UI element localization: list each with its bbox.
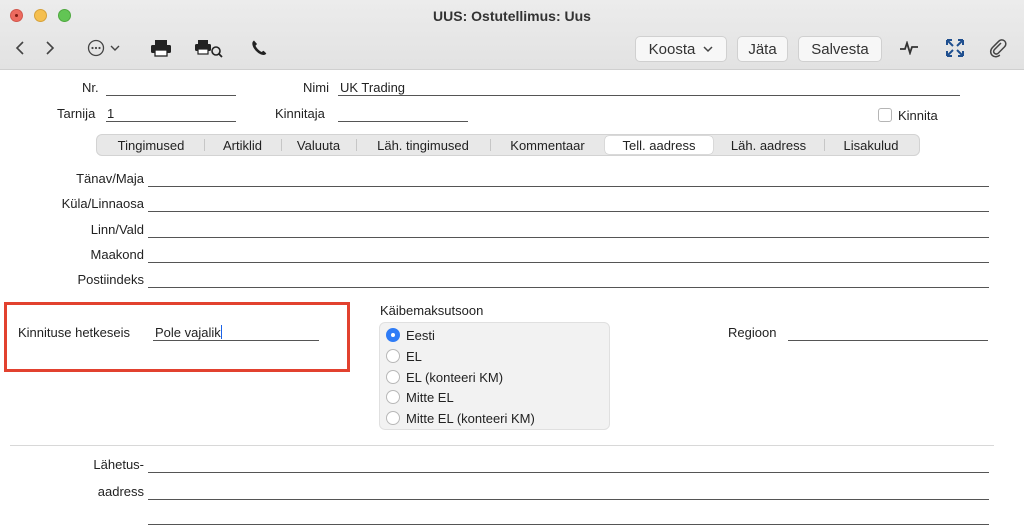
confirmation-field[interactable]: Pole vajalik bbox=[153, 325, 319, 341]
chevron-right-icon[interactable] bbox=[40, 36, 60, 60]
vat-option-label: Mitte EL bbox=[406, 389, 454, 405]
street-field[interactable] bbox=[148, 171, 989, 187]
tab-tingimused[interactable]: Tingimused bbox=[98, 136, 204, 154]
shipping-label-line1: Lähetus- bbox=[93, 457, 144, 472]
postal-label: Postiindeks bbox=[77, 272, 144, 287]
tab-kommentaar[interactable]: Kommentaar bbox=[490, 136, 605, 154]
activity-icon[interactable] bbox=[898, 36, 920, 60]
tab-tell-aadress[interactable]: Tell. aadress bbox=[605, 136, 713, 154]
county-label: Maakond bbox=[90, 247, 144, 262]
vat-option-label: Eesti bbox=[406, 327, 435, 343]
vat-option-label: Mitte EL (konteeri KM) bbox=[406, 410, 535, 426]
radio-icon bbox=[386, 370, 400, 384]
salvesta-button[interactable]: Salvesta bbox=[798, 36, 882, 62]
tab-lah-aadress[interactable]: Läh. aadress bbox=[713, 136, 824, 154]
printer-icon[interactable] bbox=[149, 36, 173, 60]
radio-selected-icon bbox=[386, 328, 400, 342]
street-label: Tänav/Maja bbox=[76, 171, 144, 186]
tab-artiklid[interactable]: Artiklid bbox=[204, 136, 281, 154]
print-preview-icon[interactable] bbox=[194, 36, 224, 60]
shipping-address-line2[interactable] bbox=[148, 484, 989, 500]
tarnija-field[interactable]: 1 bbox=[106, 106, 236, 122]
kinnita-label: Kinnita bbox=[898, 108, 938, 123]
tarnija-label: Tarnija bbox=[57, 106, 96, 121]
radio-icon bbox=[386, 349, 400, 363]
city-label: Linn/Vald bbox=[90, 222, 144, 237]
vat-zone-title: Käibemaksutsoon bbox=[380, 303, 484, 318]
kinnitaja-label: Kinnitaja bbox=[275, 106, 325, 121]
nimi-label: Nimi bbox=[303, 80, 329, 95]
tab-bar: Tingimused Artiklid Valuuta Läh. tingimu… bbox=[96, 134, 920, 156]
vat-option-mitte-el[interactable]: Mitte EL bbox=[386, 388, 454, 406]
village-label: Küla/Linnaosa bbox=[61, 196, 144, 211]
nr-field[interactable] bbox=[106, 80, 236, 96]
koosta-label: Koosta bbox=[648, 40, 696, 58]
paperclip-icon[interactable] bbox=[987, 36, 1009, 60]
shipping-label-line2: aadress bbox=[97, 484, 144, 499]
koosta-button[interactable]: Koosta bbox=[635, 36, 727, 62]
village-field[interactable] bbox=[148, 196, 989, 212]
postal-field[interactable] bbox=[148, 272, 989, 288]
chevron-left-icon[interactable] bbox=[10, 36, 30, 60]
city-field[interactable] bbox=[148, 222, 989, 238]
region-label: Regioon bbox=[728, 325, 777, 340]
nr-label: Nr. bbox=[82, 80, 99, 95]
window-title: UUS: Ostutellimus: Uus bbox=[433, 8, 591, 24]
phone-icon[interactable] bbox=[249, 36, 269, 60]
jata-button[interactable]: Jäta bbox=[737, 36, 788, 62]
text-caret bbox=[220, 325, 222, 339]
shipping-address-line1[interactable] bbox=[148, 457, 989, 473]
county-field[interactable] bbox=[148, 247, 989, 263]
tab-lah-tingimused[interactable]: Läh. tingimused bbox=[356, 136, 490, 154]
radio-icon bbox=[386, 411, 400, 425]
vat-option-el-konteeri[interactable]: EL (konteeri KM) bbox=[386, 368, 503, 386]
vat-option-label: EL (konteeri KM) bbox=[406, 369, 504, 385]
section-divider bbox=[10, 445, 994, 446]
expand-icon[interactable] bbox=[944, 36, 966, 60]
confirmation-value: Pole vajalik bbox=[155, 325, 221, 340]
window-titlebar: UUS: Ostutellimus: Uus Koosta Jäta Salve… bbox=[0, 0, 1024, 70]
tab-valuuta[interactable]: Valuuta bbox=[281, 136, 356, 154]
vat-zone-group: Eesti EL EL (konteeri KM) Mitte EL Mitte… bbox=[379, 322, 610, 430]
shipping-address-line3[interactable] bbox=[148, 509, 989, 525]
nimi-field[interactable]: UK Trading bbox=[338, 80, 960, 96]
vat-option-mitte-el-konteeri[interactable]: Mitte EL (konteeri KM) bbox=[386, 409, 535, 427]
confirmation-label: Kinnituse hetkeseis bbox=[18, 325, 131, 340]
vat-option-label: EL bbox=[406, 348, 422, 364]
vat-option-eesti[interactable]: Eesti bbox=[386, 326, 435, 344]
vat-option-el[interactable]: EL bbox=[386, 347, 422, 365]
chevron-down-icon bbox=[703, 46, 713, 53]
tab-lisakulud[interactable]: Lisakulud bbox=[824, 136, 918, 154]
kinnita-checkbox[interactable] bbox=[878, 108, 892, 122]
radio-icon bbox=[386, 390, 400, 404]
kinnitaja-field[interactable] bbox=[338, 106, 468, 122]
ellipsis-circle-icon[interactable] bbox=[86, 36, 126, 60]
region-field[interactable] bbox=[788, 325, 988, 341]
